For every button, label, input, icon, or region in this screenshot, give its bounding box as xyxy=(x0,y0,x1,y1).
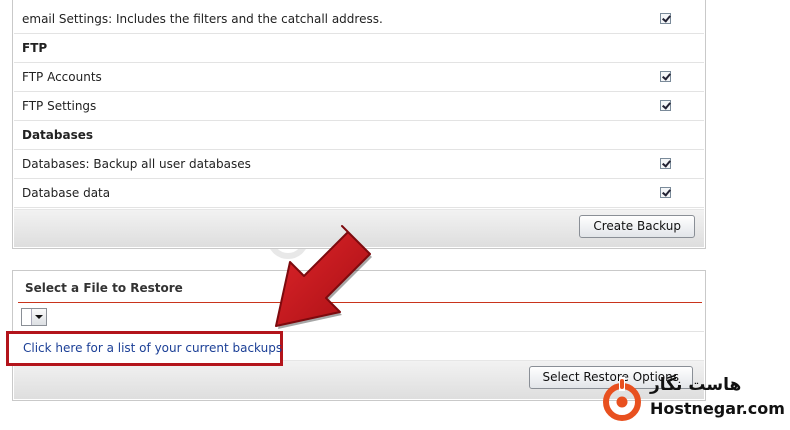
highlight-box: Click here for a list of your current ba… xyxy=(6,331,283,366)
option-label: Database data xyxy=(22,186,111,200)
databases-checkbox[interactable] xyxy=(660,158,671,169)
section-label: Databases xyxy=(22,128,94,142)
option-label: email Settings: Includes the filters and… xyxy=(22,12,383,26)
ftp-settings-checkbox[interactable] xyxy=(660,100,671,111)
brand-name-english: Hostnegar.com xyxy=(650,399,785,418)
restore-title: Select a File to Restore xyxy=(25,281,183,295)
current-backups-link[interactable]: Click here for a list of your current ba… xyxy=(23,341,282,355)
backup-options-panel: email Settings: Includes the filters and… xyxy=(12,0,706,249)
option-row-database-data: Database data xyxy=(14,180,704,208)
create-backup-button[interactable]: Create Backup xyxy=(579,215,695,238)
option-label: FTP Accounts xyxy=(22,70,102,84)
option-row-ftp-accounts: FTP Accounts xyxy=(14,64,704,92)
annotation-arrow-icon xyxy=(275,225,372,329)
hostnegar-brand: هاست نگار Hostnegar.com xyxy=(600,373,785,425)
brand-name-persian: هاست نگار xyxy=(650,375,742,395)
option-label: Databases: Backup all user databases xyxy=(22,157,251,171)
ftp-accounts-checkbox[interactable] xyxy=(660,71,671,82)
option-row-email-settings: email Settings: Includes the filters and… xyxy=(14,6,704,34)
section-header-databases: Databases xyxy=(14,122,704,150)
section-label: FTP xyxy=(22,41,48,55)
option-label: FTP Settings xyxy=(22,99,97,113)
option-row-ftp-settings: FTP Settings xyxy=(14,93,704,121)
database-data-checkbox[interactable] xyxy=(660,187,671,198)
chevron-down-icon xyxy=(31,309,46,325)
option-row-databases: Databases: Backup all user databases xyxy=(14,151,704,179)
email-settings-checkbox[interactable] xyxy=(660,13,671,24)
section-header-ftp: FTP xyxy=(14,35,704,63)
hostnegar-logo-icon xyxy=(603,377,641,421)
backup-file-select[interactable] xyxy=(21,308,47,326)
